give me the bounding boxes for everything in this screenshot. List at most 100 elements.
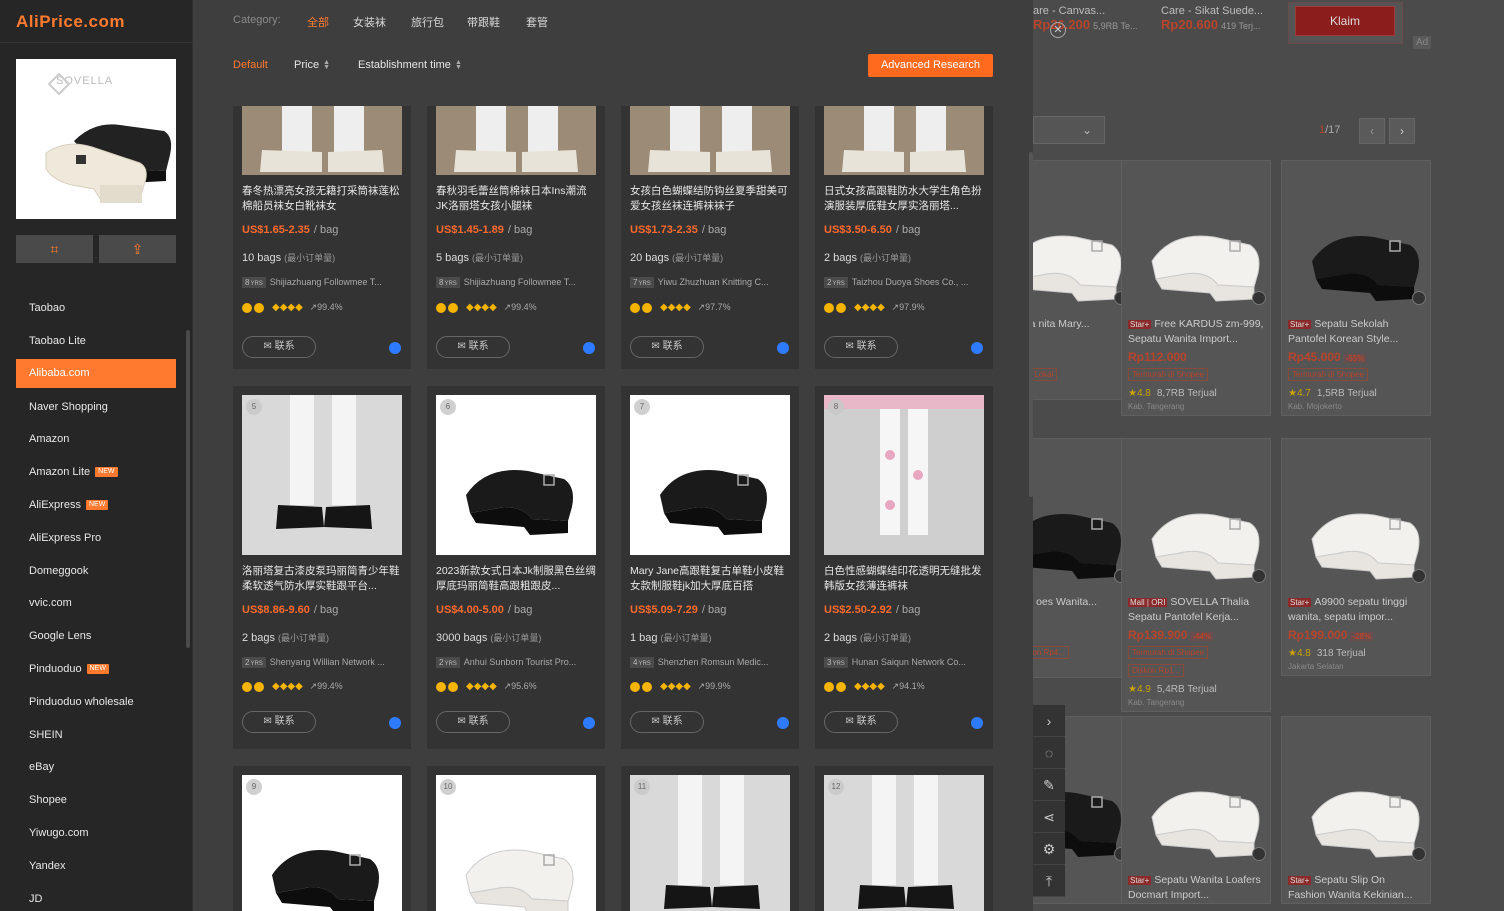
bg-product-card[interactable]: Star+ Free KARDUS zm-999, Sepatu Wanita I… (1121, 160, 1271, 416)
supplier-info[interactable]: 8YRS Shijiazhuang Followmee T... (242, 277, 404, 288)
page-prev-button[interactable]: ‹ (1359, 118, 1385, 144)
product-title[interactable]: Mary Jane高跟鞋复古单鞋小皮鞋女款制服鞋jk加大厚底百搭 (630, 564, 792, 594)
category-tab[interactable]: 带跟鞋 (467, 14, 500, 30)
supplier-info[interactable]: 7YRS Yiwu Zhuzhuan Knitting C... (630, 277, 792, 288)
product-card[interactable]: 7 Mary Jane高跟鞋复古单鞋小皮鞋女款制服鞋jk加大厚底百搭 US$5.09… (621, 386, 799, 749)
product-card[interactable]: 12 (815, 766, 993, 911)
platform-item[interactable]: Amazon (16, 423, 176, 456)
platform-item[interactable]: SHEIN (16, 719, 176, 752)
product-card[interactable]: 5 洛丽塔复古漆皮泵玛丽简青少年鞋柔软透气防水厚实鞋跟平台... US$8.86-9… (233, 386, 411, 749)
platform-item[interactable]: Yiwugo.com (16, 817, 176, 850)
platform-item[interactable]: AliExpress Pro (16, 522, 176, 555)
product-card[interactable]: 9 (233, 766, 411, 911)
product-image[interactable] (242, 106, 402, 175)
platform-item[interactable]: AliExpress NEW (16, 489, 176, 522)
product-title[interactable]: 2023新款女式日本Jk制服黑色丝绸厚底玛丽简鞋高跟粗跟皮... (436, 564, 598, 594)
contact-supplier-button[interactable]: ✉ 联系 (436, 336, 510, 358)
sort-option[interactable]: Price ▲ ▼ (294, 59, 330, 71)
platform-item[interactable]: JD (16, 883, 176, 911)
product-image[interactable]: 10 (436, 775, 596, 911)
sort-option[interactable]: Default (233, 59, 268, 71)
bg-product-card[interactable]: ary Lisa - oes Wanita...-44%eeDiskon Rp4… (1033, 438, 1133, 678)
bg-product-card[interactable]: Star+ A9900 sepatu tinggi wanita, sepatu … (1281, 438, 1431, 676)
platform-item[interactable]: Shopee (16, 784, 176, 817)
chat-status-icon[interactable] (777, 342, 789, 354)
chat-status-icon[interactable] (777, 717, 789, 729)
product-card[interactable]: 10 (427, 766, 605, 911)
panel-scrollbar[interactable] (1029, 152, 1033, 497)
chat-icon[interactable]: ◌ (1033, 737, 1065, 769)
chevron-right-icon[interactable]: › (1033, 705, 1065, 737)
category-tab[interactable]: 女装袜 (353, 14, 386, 30)
product-image[interactable]: 7 (630, 395, 790, 555)
platform-item[interactable]: Pinduoduo NEW (16, 653, 176, 686)
supplier-info[interactable]: 2YRS Anhui Sunborn Tourist Pro... (436, 657, 598, 668)
contact-supplier-button[interactable]: ✉ 联系 (824, 336, 898, 358)
crop-icon[interactable]: ⌗ (16, 235, 93, 263)
product-image[interactable] (824, 106, 984, 175)
chat-status-icon[interactable] (583, 717, 595, 729)
share-icon[interactable]: ⋖ (1033, 801, 1065, 833)
platform-item[interactable]: Pinduoduo wholesale (16, 686, 176, 719)
contact-supplier-button[interactable]: ✉ 联系 (242, 336, 316, 358)
product-image[interactable]: 6 (436, 395, 596, 555)
bg-top-product-2[interactable]: Care - Sikat Suede... Rp20.600 419 Terj.… (1161, 4, 1281, 33)
advanced-research-button[interactable]: Advanced Research (868, 54, 993, 77)
contact-supplier-button[interactable]: ✉ 联系 (630, 711, 704, 733)
product-card[interactable]: 日式女孩高跟鞋防水大学生角色扮演服装厚底鞋女厚实洛丽塔... US$3.50-6.… (815, 106, 993, 369)
product-card[interactable]: 11 (621, 766, 799, 911)
supplier-info[interactable]: 8YRS Shijiazhuang Followmee T... (436, 277, 598, 288)
category-tab[interactable]: 全部 (307, 14, 329, 30)
platform-item[interactable]: vvic.com (16, 587, 176, 620)
sort-option[interactable]: Establishment time ▲ ▼ (358, 59, 462, 71)
product-title[interactable]: 日式女孩高跟鞋防水大学生角色扮演服装厚底鞋女厚实洛丽塔... (824, 184, 986, 214)
product-image[interactable]: 11 (630, 775, 790, 911)
sidebar-scrollbar[interactable] (186, 330, 190, 648)
platform-item[interactable]: Taobao (16, 292, 176, 325)
product-card[interactable]: 女孩白色蝴蝶结防钩丝夏季甜美可爱女孩丝袜连裤袜袜子 US$1.73-2.35/ b… (621, 106, 799, 369)
contact-supplier-button[interactable]: ✉ 联系 (242, 711, 316, 733)
chat-status-icon[interactable] (971, 342, 983, 354)
close-icon[interactable]: ✕ (1050, 22, 1066, 38)
filter-dropdown[interactable]: ⌄ (1033, 116, 1105, 144)
product-title[interactable]: 春秋羽毛蕾丝筒棉袜日本Ins潮流JK洛丽塔女孩小腿袜 (436, 184, 598, 214)
aliprice-logo[interactable]: AliPrice.com (16, 12, 125, 32)
product-image[interactable]: 9 (242, 775, 402, 911)
bg-product-card[interactable]: Star+ Sepatu Wanita Loafers Docmart Impor… (1121, 716, 1271, 904)
product-image[interactable]: 12 (824, 775, 984, 911)
product-card[interactable]: 春秋羽毛蕾丝筒棉袜日本Ins潮流JK洛丽塔女孩小腿袜 US$1.45-1.89/ … (427, 106, 605, 369)
settings-icon[interactable]: ⚙ (1033, 833, 1065, 865)
supplier-info[interactable]: 3YRS Hunan Saiqun Network Co... (824, 657, 986, 668)
back-to-top-icon[interactable]: ⤒ (1033, 865, 1065, 897)
supplier-info[interactable]: 2YRS Shenyang Willian Network ... (242, 657, 404, 668)
bg-product-card[interactable]: Star+ Sepatu Sekolah Pantofel Korean Styl… (1281, 160, 1431, 416)
platform-item[interactable]: Google Lens (16, 620, 176, 653)
chat-status-icon[interactable] (389, 342, 401, 354)
product-card[interactable]: 8 白色性感蝴蝶结印花透明无缝批发韩版女孩薄连裤袜 US$2.50-2.92/ ba… (815, 386, 993, 749)
product-image[interactable] (436, 106, 596, 175)
bg-product-card[interactable]: Star+ Sepatu Slip On Fashion Wanita Kekin… (1281, 716, 1431, 904)
platform-item[interactable]: Amazon Lite NEW (16, 456, 176, 489)
platform-item[interactable]: Naver Shopping (16, 391, 176, 424)
platform-item[interactable]: Domeggook (16, 555, 176, 588)
platform-item[interactable]: Alibaba.com (16, 358, 176, 388)
bg-product-card[interactable]: OD Siena nita Mary...50%eePilih Lokalerj… (1033, 160, 1133, 400)
product-card[interactable]: 6 2023新款女式日本Jk制服黑色丝绸厚底玛丽简鞋高跟粗跟皮... US$4.00… (427, 386, 605, 749)
product-image[interactable]: 8 (824, 395, 984, 555)
chat-status-icon[interactable] (971, 717, 983, 729)
contact-supplier-button[interactable]: ✉ 联系 (436, 711, 510, 733)
platform-item[interactable]: eBay (16, 751, 176, 784)
chat-status-icon[interactable] (583, 342, 595, 354)
product-title[interactable]: 女孩白色蝴蝶结防钩丝夏季甜美可爱女孩丝袜连裤袜袜子 (630, 184, 792, 214)
page-next-button[interactable]: › (1389, 118, 1415, 144)
chat-status-icon[interactable] (389, 717, 401, 729)
contact-supplier-button[interactable]: ✉ 联系 (824, 711, 898, 733)
supplier-info[interactable]: 2YRS Taizhou Duoya Shoes Co., ... (824, 277, 986, 288)
product-image[interactable] (630, 106, 790, 175)
platform-item[interactable]: Taobao Lite (16, 325, 176, 358)
edit-icon[interactable]: ✎ (1033, 769, 1065, 801)
category-tab[interactable]: 套管 (526, 14, 548, 30)
product-image[interactable]: 5 (242, 395, 402, 555)
platform-item[interactable]: Yandex (16, 850, 176, 883)
product-title[interactable]: 洛丽塔复古漆皮泵玛丽简青少年鞋柔软透气防水厚实鞋跟平台... (242, 564, 404, 594)
